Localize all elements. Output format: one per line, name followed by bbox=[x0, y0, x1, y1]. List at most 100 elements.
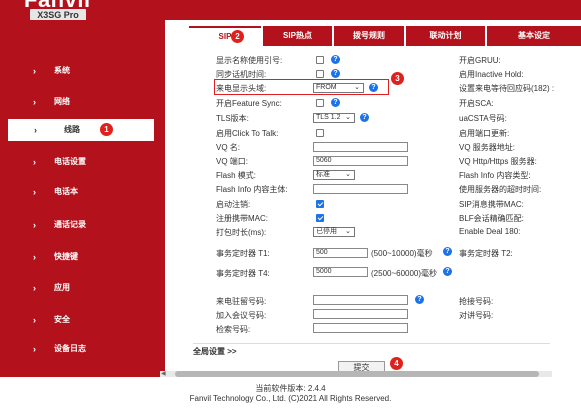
flash-body-label: Flash Info 内容主体: bbox=[216, 185, 288, 194]
timer-t1-label: 事务定时器 T1: bbox=[216, 249, 270, 258]
sidebar-item-label: 线路 bbox=[64, 125, 80, 134]
chevron-down-icon: ⌄ bbox=[354, 84, 360, 91]
caller-id-header-select[interactable]: FROM ⌄ bbox=[313, 83, 364, 93]
tab-label: SIP bbox=[218, 32, 232, 41]
sidebar-item-label: 安全 bbox=[54, 315, 70, 324]
gruu-label: 开启GRUU: bbox=[459, 56, 501, 65]
feature-sync-label: 开启Feature Sync: bbox=[216, 99, 282, 108]
help-icon[interactable]: ? bbox=[331, 98, 340, 107]
chevron-right-icon: › bbox=[33, 187, 36, 197]
register-mac-label: 注册携带MAC: bbox=[216, 214, 268, 223]
tab-linkage-plan[interactable]: 联动计划 bbox=[406, 26, 485, 46]
help-icon[interactable]: ? bbox=[331, 69, 340, 78]
sidebar-item-shortcut-keys[interactable]: › 快捷键 bbox=[0, 246, 165, 268]
tab-label: 联动计划 bbox=[429, 31, 462, 40]
timer-t1-input[interactable]: 500 bbox=[313, 248, 368, 258]
sidebar-item-phonebook[interactable]: › 电话本 bbox=[0, 181, 165, 203]
show-name-quote-checkbox[interactable] bbox=[316, 56, 324, 64]
sync-time-checkbox[interactable] bbox=[316, 70, 324, 78]
sip-carry-mac-label: SIP消息携带MAC: bbox=[459, 200, 524, 209]
tab-label: 拨号规则 bbox=[353, 31, 385, 40]
keepalive-label: 打包时长(ms): bbox=[216, 228, 267, 237]
flash-type-label: Flash Info 内容类型: bbox=[459, 171, 531, 180]
register-mac-checkbox[interactable] bbox=[316, 214, 324, 222]
section-divider bbox=[193, 343, 550, 344]
sidebar-item-call-log[interactable]: › 通话记录 bbox=[0, 214, 165, 236]
chevron-right-icon: › bbox=[33, 315, 36, 325]
search-number-label: 检索号码: bbox=[216, 325, 251, 334]
sidebar-item-label: 快捷键 bbox=[54, 252, 78, 261]
chevron-right-icon: › bbox=[33, 66, 36, 76]
sidebar-item-label: 网络 bbox=[54, 97, 70, 106]
sidebar-item-device-log[interactable]: › 设备日志 bbox=[0, 338, 165, 360]
hold-number-label: 来电驻留号码: bbox=[216, 297, 267, 306]
annotation-badge-2: 2 bbox=[231, 30, 244, 43]
help-icon[interactable]: ? bbox=[369, 83, 378, 92]
tab-label: SIP热点 bbox=[283, 31, 312, 40]
sidebar-item-label: 应用 bbox=[54, 283, 70, 292]
timer-t4-label: 事务定时器 T4: bbox=[216, 269, 270, 278]
sidebar: › 系统 › 网络 › 线路 1 › 电话设置 › 电话本 › 通话记录 › 快… bbox=[0, 20, 165, 377]
chevron-right-icon: › bbox=[33, 283, 36, 293]
vq-port-input[interactable]: 5060 bbox=[313, 156, 408, 166]
tab-sip-hotspot[interactable]: SIP热点 bbox=[263, 26, 332, 46]
sidebar-item-system[interactable]: › 系统 bbox=[0, 60, 165, 82]
show-name-quote-label: 显示名称使用引号: bbox=[216, 56, 283, 65]
global-settings-link[interactable]: 全局设置 >> bbox=[193, 346, 237, 357]
hold-number-input[interactable] bbox=[313, 295, 408, 305]
chevron-right-icon: › bbox=[34, 125, 37, 135]
chevron-right-icon: › bbox=[33, 97, 36, 107]
select-value: 标准 bbox=[316, 171, 330, 178]
search-number-input[interactable] bbox=[313, 323, 408, 333]
help-icon[interactable]: ? bbox=[415, 295, 424, 304]
copyright-text: Fanvil Technology Co., Ltd. (C)2021 All … bbox=[189, 394, 392, 403]
annotation-badge-1: 1 bbox=[100, 123, 113, 136]
tab-dial-rules[interactable]: 拨号规则 bbox=[334, 26, 404, 46]
annotation-badge-4: 4 bbox=[390, 357, 403, 370]
help-icon[interactable]: ? bbox=[443, 247, 452, 256]
sidebar-item-line[interactable]: › 线路 1 bbox=[8, 119, 154, 141]
sca-label: 开启SCA: bbox=[459, 99, 494, 108]
timer-t4-input[interactable]: 5000 bbox=[313, 267, 368, 277]
tab-bar: SIP 2 SIP热点 拨号规则 联动计划 基本设定 bbox=[189, 26, 581, 46]
chevron-down-icon: ⌄ bbox=[345, 228, 351, 235]
enable-logout-checkbox[interactable] bbox=[316, 200, 324, 208]
flash-mode-select[interactable]: 标准 ⌄ bbox=[313, 170, 355, 180]
tab-basic-settings[interactable]: 基本设定 bbox=[487, 26, 581, 46]
scrollbar-thumb[interactable] bbox=[175, 371, 539, 377]
vq-port-label: VQ 端口: bbox=[216, 157, 249, 166]
vq-name-input[interactable] bbox=[313, 142, 408, 152]
help-icon[interactable]: ? bbox=[360, 113, 369, 122]
timer-t1-range: (500~10000)毫秒 bbox=[371, 249, 433, 258]
caller-wait-182-label: 设置来电等待回应码(182) : bbox=[459, 84, 555, 93]
chevron-down-icon: ⌄ bbox=[345, 114, 351, 121]
sidebar-item-network[interactable]: › 网络 bbox=[0, 91, 165, 113]
tls-version-label: TLS版本: bbox=[216, 114, 249, 123]
blf-match-label: BLF会话精确匹配: bbox=[459, 214, 524, 223]
help-icon[interactable]: ? bbox=[443, 267, 452, 276]
enable-logout-label: 启动注销: bbox=[216, 200, 251, 209]
flash-body-input[interactable] bbox=[313, 184, 408, 194]
sidebar-item-phone-settings[interactable]: › 电话设置 bbox=[0, 151, 165, 173]
feature-sync-checkbox[interactable] bbox=[316, 99, 324, 107]
tab-sip[interactable]: SIP 2 bbox=[189, 26, 261, 46]
server-timeout-label: 使用服务器的超时时间: bbox=[459, 185, 542, 194]
chevron-right-icon: › bbox=[33, 157, 36, 167]
tab-label: 基本设定 bbox=[518, 31, 550, 40]
conference-number-label: 加入会议号码: bbox=[216, 311, 267, 320]
vq-name-label: VQ 名: bbox=[216, 143, 241, 152]
conference-number-input[interactable] bbox=[313, 309, 408, 319]
click-to-talk-checkbox[interactable] bbox=[316, 129, 324, 137]
chevron-right-icon: › bbox=[33, 344, 36, 354]
keepalive-select[interactable]: 已停用 ⌄ bbox=[313, 227, 355, 237]
help-icon[interactable]: ? bbox=[331, 55, 340, 64]
sidebar-item-security[interactable]: › 安全 bbox=[0, 309, 165, 331]
sidebar-item-apps[interactable]: › 应用 bbox=[0, 277, 165, 299]
select-value: TLS 1.2 bbox=[316, 114, 341, 121]
select-value: 已停用 bbox=[316, 228, 337, 235]
timer-t2-label: 事务定时器 T2: bbox=[459, 249, 513, 258]
pickup-number-label: 抢接号码: bbox=[459, 297, 494, 306]
scroll-left-arrow-icon[interactable]: ◀ bbox=[161, 370, 166, 377]
tls-version-select[interactable]: TLS 1.2 ⌄ bbox=[313, 113, 355, 123]
annotation-badge-3: 3 bbox=[391, 72, 404, 85]
